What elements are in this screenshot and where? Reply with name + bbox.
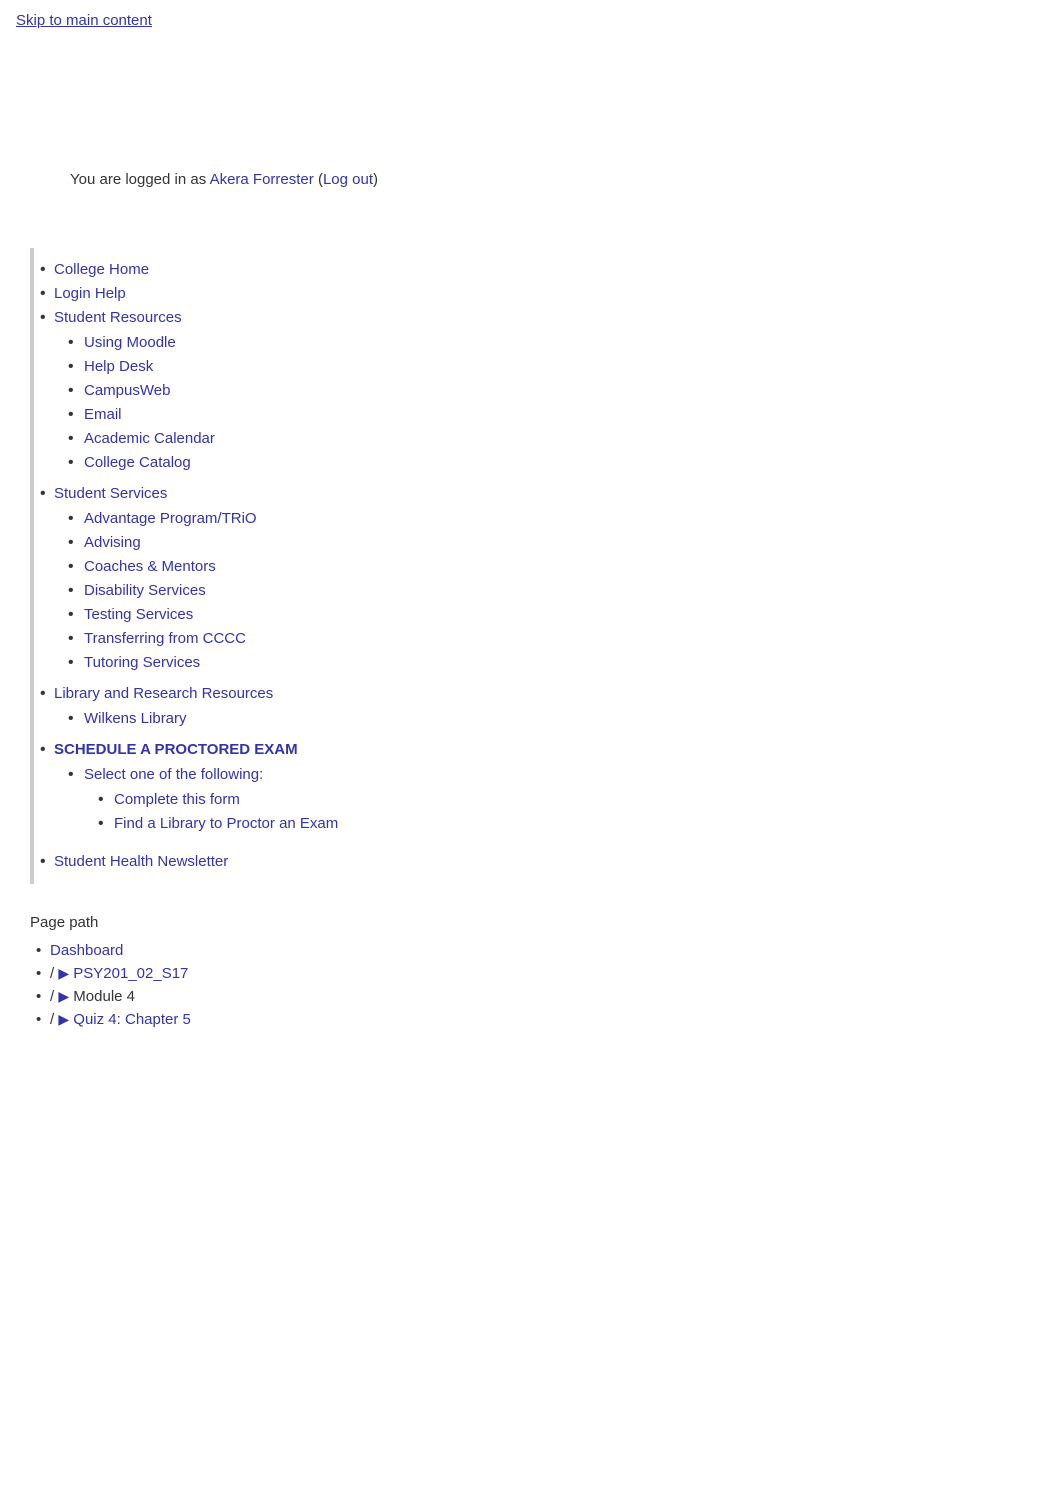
- college-home-link[interactable]: College Home: [54, 261, 149, 278]
- psy201-link[interactable]: PSY201_02_S17: [73, 965, 188, 982]
- nav-item-login-help: Login Help: [34, 282, 490, 306]
- page-path-label: Page path: [30, 914, 1032, 931]
- arrow-icon-3: ▶: [58, 1011, 69, 1027]
- skip-to-main-content-link[interactable]: Skip to main content: [0, 0, 1062, 41]
- student-health-newsletter-link[interactable]: Student Health Newsletter: [54, 853, 228, 870]
- help-desk-link[interactable]: Help Desk: [84, 358, 153, 375]
- nav-item-advising: Advising: [84, 531, 490, 555]
- login-bar: You are logged in as Akera Forrester (Lo…: [0, 161, 1062, 198]
- nav-item-tutoring-services: Tutoring Services: [84, 651, 490, 675]
- coaches-mentors-link[interactable]: Coaches & Mentors: [84, 558, 216, 575]
- campusweb-link[interactable]: CampusWeb: [84, 382, 170, 399]
- page-path-section: Page path Dashboard / ▶ PSY201_02_S17 / …: [30, 914, 1032, 1031]
- page-path-psy201: / ▶ PSY201_02_S17: [30, 962, 1032, 985]
- quiz4-link[interactable]: Quiz 4: Chapter 5: [73, 1011, 191, 1028]
- student-resources-sublist: Using Moodle Help Desk CampusWeb Email A…: [54, 327, 490, 479]
- logout-link[interactable]: Log out: [323, 171, 373, 188]
- select-following-link[interactable]: Select one of the following:: [84, 766, 263, 783]
- wilkens-library-link[interactable]: Wilkens Library: [84, 710, 187, 727]
- nav-item-college-catalog: College Catalog: [84, 451, 490, 475]
- student-resources-link[interactable]: Student Resources: [54, 309, 182, 326]
- email-link[interactable]: Email: [84, 406, 122, 423]
- nav-item-campusweb: CampusWeb: [84, 379, 490, 403]
- nav-item-college-home: College Home: [34, 258, 490, 282]
- nav-item-select-following: Select one of the following: Complete th…: [84, 763, 490, 843]
- main-nav-list: College Home Login Help Student Resource…: [34, 258, 490, 874]
- module4-text: Module 4: [73, 988, 135, 1005]
- advising-link[interactable]: Advising: [84, 534, 141, 551]
- nav-item-disability-services: Disability Services: [84, 579, 490, 603]
- nav-item-student-services: Student Services Advantage Program/TRiO …: [34, 482, 490, 682]
- nav-item-help-desk: Help Desk: [84, 355, 490, 379]
- nav-item-using-moodle: Using Moodle: [84, 331, 490, 355]
- find-library-link[interactable]: Find a Library to Proctor an Exam: [114, 815, 338, 832]
- nav-item-find-library: Find a Library to Proctor an Exam: [114, 812, 490, 836]
- page-path-quiz4: / ▶ Quiz 4: Chapter 5: [30, 1008, 1032, 1031]
- schedule-exam-sublist: Select one of the following: Complete th…: [54, 759, 490, 847]
- library-sublist: Wilkens Library: [54, 703, 490, 735]
- college-catalog-link[interactable]: College Catalog: [84, 454, 191, 471]
- navigation-sidebar: College Home Login Help Student Resource…: [30, 248, 490, 884]
- nav-item-student-health: Student Health Newsletter: [34, 850, 490, 874]
- nav-item-library: Library and Research Resources Wilkens L…: [34, 682, 490, 738]
- select-following-sublist: Complete this form Find a Library to Pro…: [84, 784, 490, 840]
- dashboard-link[interactable]: Dashboard: [50, 942, 123, 959]
- nav-item-email: Email: [84, 403, 490, 427]
- arrow-icon-2: ▶: [58, 988, 69, 1004]
- transferring-link[interactable]: Transferring from CCCC: [84, 630, 246, 647]
- library-link[interactable]: Library and Research Resources: [54, 685, 273, 702]
- student-services-sublist: Advantage Program/TRiO Advising Coaches …: [54, 503, 490, 679]
- login-help-link[interactable]: Login Help: [54, 285, 126, 302]
- schedule-exam-link[interactable]: SCHEDULE A PROCTORED EXAM: [54, 741, 298, 758]
- user-name-link[interactable]: Akera Forrester: [210, 171, 314, 188]
- nav-item-wilkens-library: Wilkens Library: [84, 707, 490, 731]
- nav-item-student-resources: Student Resources Using Moodle Help Desk…: [34, 306, 490, 482]
- complete-form-link[interactable]: Complete this form: [114, 791, 240, 808]
- login-prefix: You are logged in as: [70, 171, 210, 188]
- tutoring-services-link[interactable]: Tutoring Services: [84, 654, 200, 671]
- nav-item-transferring: Transferring from CCCC: [84, 627, 490, 651]
- nav-item-testing-services: Testing Services: [84, 603, 490, 627]
- testing-services-link[interactable]: Testing Services: [84, 606, 193, 623]
- advantage-program-link[interactable]: Advantage Program/TRiO: [84, 510, 257, 527]
- nav-item-coaches-mentors: Coaches & Mentors: [84, 555, 490, 579]
- page-path-list: Dashboard / ▶ PSY201_02_S17 / ▶ Module 4…: [30, 939, 1032, 1031]
- disability-services-link[interactable]: Disability Services: [84, 582, 206, 599]
- using-moodle-link[interactable]: Using Moodle: [84, 334, 176, 351]
- arrow-icon-1: ▶: [58, 965, 69, 981]
- nav-item-complete-form: Complete this form: [114, 788, 490, 812]
- student-services-link[interactable]: Student Services: [54, 485, 167, 502]
- nav-item-schedule-exam: SCHEDULE A PROCTORED EXAM Select one of …: [34, 738, 490, 850]
- page-path-dashboard: Dashboard: [30, 939, 1032, 962]
- nav-item-advantage-program: Advantage Program/TRiO: [84, 507, 490, 531]
- academic-calendar-link[interactable]: Academic Calendar: [84, 430, 215, 447]
- nav-item-academic-calendar: Academic Calendar: [84, 427, 490, 451]
- page-path-module4: / ▶ Module 4: [30, 985, 1032, 1008]
